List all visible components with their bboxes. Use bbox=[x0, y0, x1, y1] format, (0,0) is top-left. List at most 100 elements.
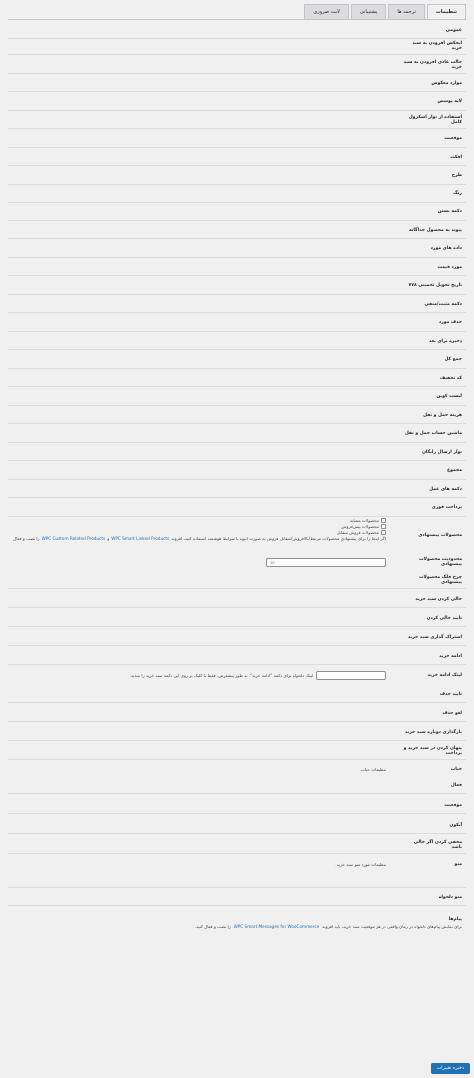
row-divider bbox=[8, 626, 466, 627]
row-divider bbox=[8, 275, 466, 276]
continue-url-input[interactable] bbox=[316, 670, 386, 680]
row-label: ایجکس افزودن به سبد خرید bbox=[412, 41, 462, 51]
suggested-products-row: محصولات پیشنهادی محصولات مشابه محصولات بیش… bbox=[8, 518, 466, 550]
row-label: محصولات پیشنهادی bbox=[418, 532, 462, 538]
suggested-options: محصولات مشابه محصولات بیش‌فروش محصولات فرو… bbox=[12, 518, 386, 541]
row-label: مخفی کردن اگر خالی باشد bbox=[413, 840, 462, 850]
row-divider bbox=[8, 165, 466, 166]
row-divider bbox=[8, 256, 466, 258]
checkbox[interactable] bbox=[381, 530, 386, 535]
row-divider bbox=[8, 759, 466, 760]
row-divider bbox=[8, 109, 466, 111]
row-divider bbox=[8, 404, 466, 406]
row-control bbox=[12, 557, 386, 567]
row-divider bbox=[8, 386, 466, 387]
row-divider bbox=[8, 740, 466, 741]
tab-bar: تنظیمات ترجمه ها پشتیبانی لایت ضروری bbox=[8, 4, 466, 20]
plugin-link[interactable]: WPC Custom Related Products bbox=[42, 536, 106, 541]
tab-translations[interactable]: ترجمه ها bbox=[388, 4, 425, 19]
settings-row-d0: فعال bbox=[8, 779, 466, 791]
settings-row-b0: چرخ فلک محصولات پیشنهادی bbox=[8, 574, 466, 586]
row-divider bbox=[8, 607, 466, 608]
row-label: موارد معکوس bbox=[431, 80, 462, 86]
checkbox-label: محصولات فروش متقابل bbox=[336, 530, 379, 535]
settings-page: تنظیمات ترجمه ها پشتیبانی لایت ضروری عمو… bbox=[0, 0, 474, 1078]
row-divider bbox=[8, 219, 466, 221]
row-label: فعال bbox=[450, 782, 462, 788]
settings-row-c0: تایید حذف bbox=[8, 688, 466, 700]
row-description: لینک دلخواه برای دکمه "ادامه خرید". به ط… bbox=[129, 672, 313, 678]
row-label: رنگ bbox=[453, 191, 462, 196]
checkbox[interactable] bbox=[381, 518, 386, 523]
settings-row-d3: مخفی کردن اگر خالی باشد bbox=[8, 839, 466, 851]
settings-row-a2: حالت عادی افزودن به سبد خرید bbox=[8, 59, 466, 71]
settings-row-a21: هزینه حمل و نقل bbox=[8, 409, 466, 421]
suggested-option[interactable]: محصولات بیش‌فروش bbox=[341, 524, 386, 529]
settings-row-a19: کد تخفیف bbox=[8, 372, 466, 384]
tab-essential-kit[interactable]: لایت ضروری bbox=[304, 4, 349, 19]
checkbox[interactable] bbox=[381, 524, 386, 529]
row-control: لینک دلخواه برای دکمه "ادامه خرید". به ط… bbox=[12, 670, 386, 680]
row-label: حذف مورد bbox=[438, 320, 462, 325]
row-label: جمع کل bbox=[444, 357, 462, 362]
settings-row-a18: جمع کل bbox=[8, 354, 466, 366]
tab-support[interactable]: پشتیبانی bbox=[350, 4, 387, 19]
row-label: موقعیت bbox=[444, 802, 462, 808]
row-label: دکمه مثبت/منفی bbox=[424, 301, 462, 307]
continue-link-row: لینک ادامه خرید لینک دلخواه برای دکمه "اد… bbox=[8, 669, 466, 681]
row-divider bbox=[8, 441, 466, 443]
row-divider bbox=[8, 853, 466, 854]
row-control: تنظیمات مورد منو سبد خرید. bbox=[12, 862, 386, 867]
suggested-limit-input[interactable] bbox=[266, 557, 386, 567]
row-divider bbox=[8, 91, 466, 92]
row-label: ماشین حساب حمل و نقل bbox=[404, 431, 462, 436]
row-divider bbox=[8, 367, 466, 369]
settings-row-a4: لایه پوشش bbox=[8, 96, 466, 108]
suggested-option[interactable]: محصولات فروش متقابل bbox=[337, 530, 386, 535]
row-divider bbox=[8, 664, 466, 665]
settings-row-a17: ذخیره برای بعد bbox=[8, 335, 466, 347]
row-label: بارگذاری دوباره سبد خرید bbox=[404, 729, 462, 735]
row-label: لایه پوشش bbox=[437, 99, 462, 104]
row-divider bbox=[8, 460, 466, 461]
row-label: کد تخفیف bbox=[439, 375, 462, 381]
suggested-note: اگر اینجا را برای پیشنهادی محصولات مرتبط… bbox=[12, 536, 386, 541]
settings-row-e0 bbox=[8, 873, 466, 885]
row-divider bbox=[8, 905, 466, 906]
suggested-limit-row: محدودیت محصولات پیشنهادی bbox=[8, 556, 466, 568]
settings-panel: عمومی ایجکس افزودن به سبد خرید حالت عادی ا… bbox=[8, 22, 466, 1068]
row-description: برای نمایش پیام‌های دلخواه در زمان واقعی… bbox=[322, 923, 462, 929]
row-label: پرداخت فوری bbox=[431, 505, 462, 510]
row-label: اشتراک گذاری سبد خرید bbox=[407, 634, 462, 640]
settings-row-a1: ایجکس افزودن به سبد خرید bbox=[8, 40, 466, 52]
settings-row-a13: مورد قیمت bbox=[8, 261, 466, 273]
row-label: تایید حذف bbox=[439, 691, 462, 697]
settings-row-c2: بارگذاری دوباره سبد خرید bbox=[8, 726, 466, 738]
settings-row-a15: دکمه مثبت/منفی bbox=[8, 298, 466, 310]
section-title: منو bbox=[454, 861, 462, 867]
row-label: طرح bbox=[451, 173, 462, 178]
plugin-link[interactable]: WPC Smart Linked Products bbox=[111, 536, 169, 541]
row-label: مورد قیمت bbox=[437, 264, 462, 270]
settings-row-a25: دکمه های عمل bbox=[8, 483, 466, 495]
bubble-section-header: حباب تنظیمات حباب. bbox=[8, 764, 466, 774]
row-label: استفاده از نوار اسکرول کامل bbox=[408, 115, 462, 125]
row-divider bbox=[8, 128, 466, 129]
suggested-option[interactable]: محصولات مشابه bbox=[350, 518, 386, 523]
save-changes-button[interactable]: ذخیره تغییرات bbox=[430, 1063, 470, 1074]
note-text: را نصب و فعال کنید. bbox=[12, 536, 40, 541]
plugin-link[interactable]: WPC Smart Messages for WooCommerce bbox=[234, 924, 320, 929]
row-divider bbox=[8, 588, 466, 589]
row-label: عمومی bbox=[445, 27, 462, 33]
settings-row-a11: پیوند به محصول جداگانه bbox=[8, 224, 466, 236]
tab-settings[interactable]: تنظیمات bbox=[426, 4, 466, 19]
settings-row-a14: تاریخ تحویل تخمینی ۷۷۸ bbox=[8, 280, 466, 292]
row-divider bbox=[8, 38, 466, 39]
row-divider bbox=[8, 645, 466, 646]
settings-row-a20: لیست کوپن bbox=[8, 391, 466, 403]
settings-row-a9: رنگ bbox=[8, 188, 466, 200]
row-divider bbox=[8, 54, 466, 55]
settings-row-a5: استفاده از نوار اسکرول کامل bbox=[8, 114, 466, 126]
row-divider bbox=[8, 330, 466, 332]
messages-description-row: برای نمایش پیام‌های دلخواه در زمان واقعی… bbox=[8, 921, 466, 931]
